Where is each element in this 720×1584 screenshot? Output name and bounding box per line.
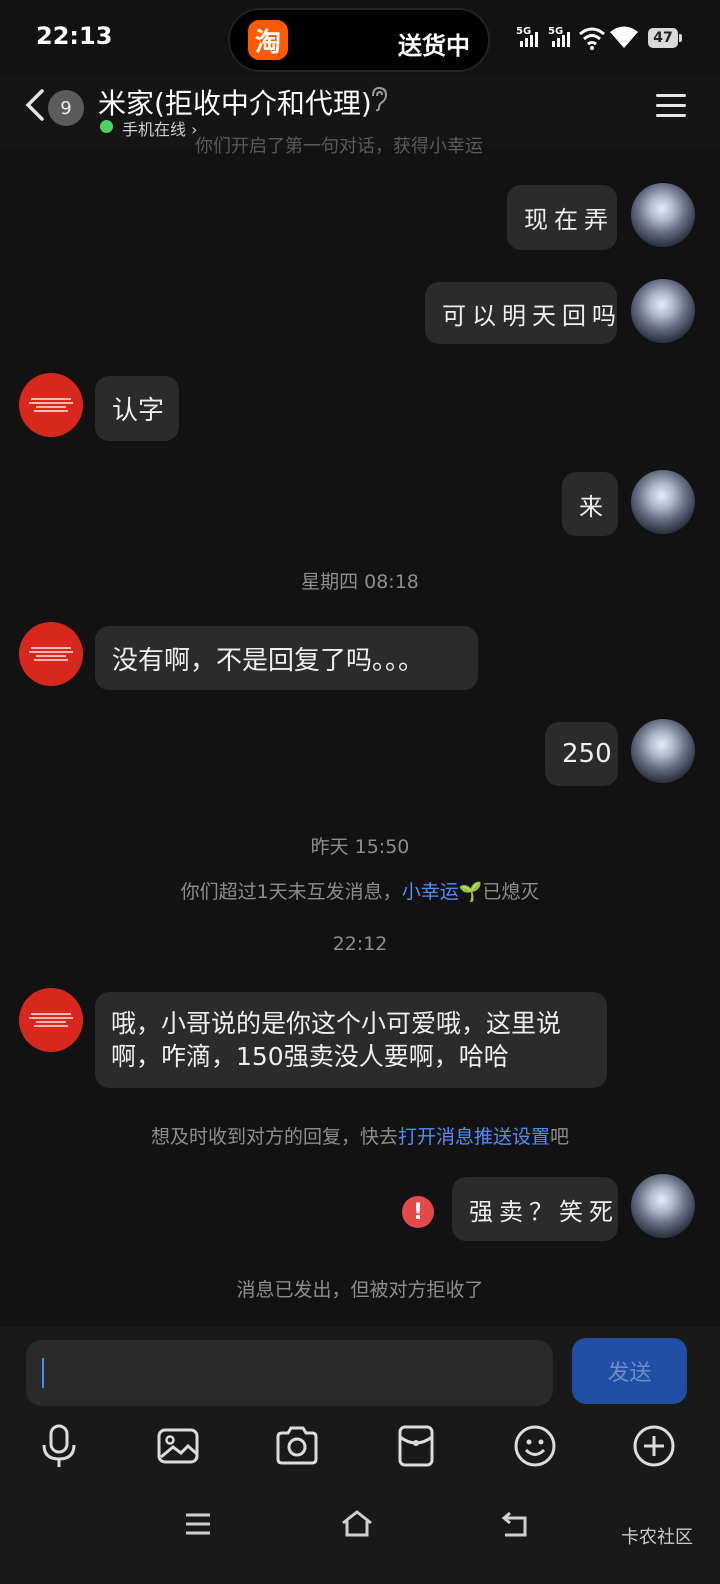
emoji-icon[interactable] xyxy=(510,1421,560,1471)
my-avatar[interactable] xyxy=(631,719,695,783)
wifi-icon xyxy=(610,26,638,48)
scrolled-system-message: 你们开启了第一句对话，获得小幸运 xyxy=(195,136,483,157)
signal-bars-1-icon xyxy=(520,32,538,47)
my-avatar[interactable] xyxy=(631,279,695,343)
message-bubble-received[interactable]: 哦，小哥说的是你这个小可爱哦，这里说啊，咋滴，150强卖没人要啊，哈哈 xyxy=(95,992,607,1088)
my-avatar[interactable] xyxy=(631,1174,695,1238)
battery-indicator: 47 xyxy=(648,28,678,48)
contact-avatar[interactable] xyxy=(19,622,83,686)
timestamp: 昨天 15:50 xyxy=(310,836,410,858)
unread-count-badge[interactable]: 9 xyxy=(48,90,84,126)
status-time: 22:13 xyxy=(36,22,113,50)
taobao-app-icon: 淘 xyxy=(248,20,288,60)
sprout-icon: 🌱 xyxy=(458,881,483,903)
message-bubble-sent[interactable]: 来 xyxy=(562,472,618,536)
signal-bars-2-icon xyxy=(552,32,570,47)
plus-icon[interactable] xyxy=(629,1421,679,1471)
message-bubble-received[interactable]: 没有啊，不是回复了吗。。。 xyxy=(95,626,478,690)
rejected-notice: 消息已发出，但被对方拒收了 xyxy=(236,1279,484,1301)
red-packet-icon[interactable] xyxy=(391,1421,441,1471)
back-nav-icon[interactable] xyxy=(500,1509,530,1539)
presence-text[interactable]: 手机在线 › xyxy=(122,116,198,140)
timestamp: 22:12 xyxy=(332,933,388,955)
system-notice: 想及时收到对方的回复，快去打开消息推送设置吧 xyxy=(150,1126,570,1148)
mic-icon[interactable] xyxy=(34,1421,84,1471)
delivery-status-text: 送货中 xyxy=(398,32,470,60)
recent-apps-icon[interactable] xyxy=(183,1509,213,1539)
my-avatar[interactable] xyxy=(631,470,695,534)
contact-avatar[interactable] xyxy=(19,373,83,437)
message-input[interactable] xyxy=(26,1340,553,1406)
watermark-text: 卡农社区 xyxy=(621,1527,693,1548)
battery-tip xyxy=(679,34,682,42)
message-bubble-sent[interactable]: 现在弄 xyxy=(507,185,617,250)
text-caret xyxy=(42,1358,44,1388)
message-bubble-sent[interactable]: 可以明天回吗 xyxy=(425,282,617,344)
push-settings-link[interactable]: 打开消息推送设置 xyxy=(398,1126,550,1148)
ear-icon[interactable] xyxy=(370,86,388,112)
send-failed-icon[interactable]: ! xyxy=(402,1196,434,1228)
online-status-dot xyxy=(100,120,113,133)
message-bubble-sent[interactable]: 250 xyxy=(545,722,618,786)
lucky-link[interactable]: 小幸运 xyxy=(402,881,459,903)
home-icon[interactable] xyxy=(340,1509,374,1539)
contact-avatar[interactable] xyxy=(19,988,83,1052)
message-bubble-received[interactable]: 认字 xyxy=(95,376,179,441)
image-icon[interactable] xyxy=(153,1421,203,1471)
camera-icon[interactable] xyxy=(272,1421,322,1471)
my-avatar[interactable] xyxy=(631,183,695,247)
hotspot-icon xyxy=(579,27,605,50)
message-bubble-sent[interactable]: 强卖？笑死 xyxy=(452,1177,618,1241)
input-panel: 发送 卡农社区 xyxy=(0,1327,720,1584)
timestamp: 星期四 08:18 xyxy=(301,571,419,593)
menu-icon[interactable] xyxy=(656,94,686,118)
system-notice: 你们超过1天未互发消息，小幸运🌱已熄灭 xyxy=(180,881,540,903)
send-button[interactable]: 发送 xyxy=(572,1338,687,1404)
dynamic-island-pill[interactable]: 淘 送货中 xyxy=(228,8,490,72)
